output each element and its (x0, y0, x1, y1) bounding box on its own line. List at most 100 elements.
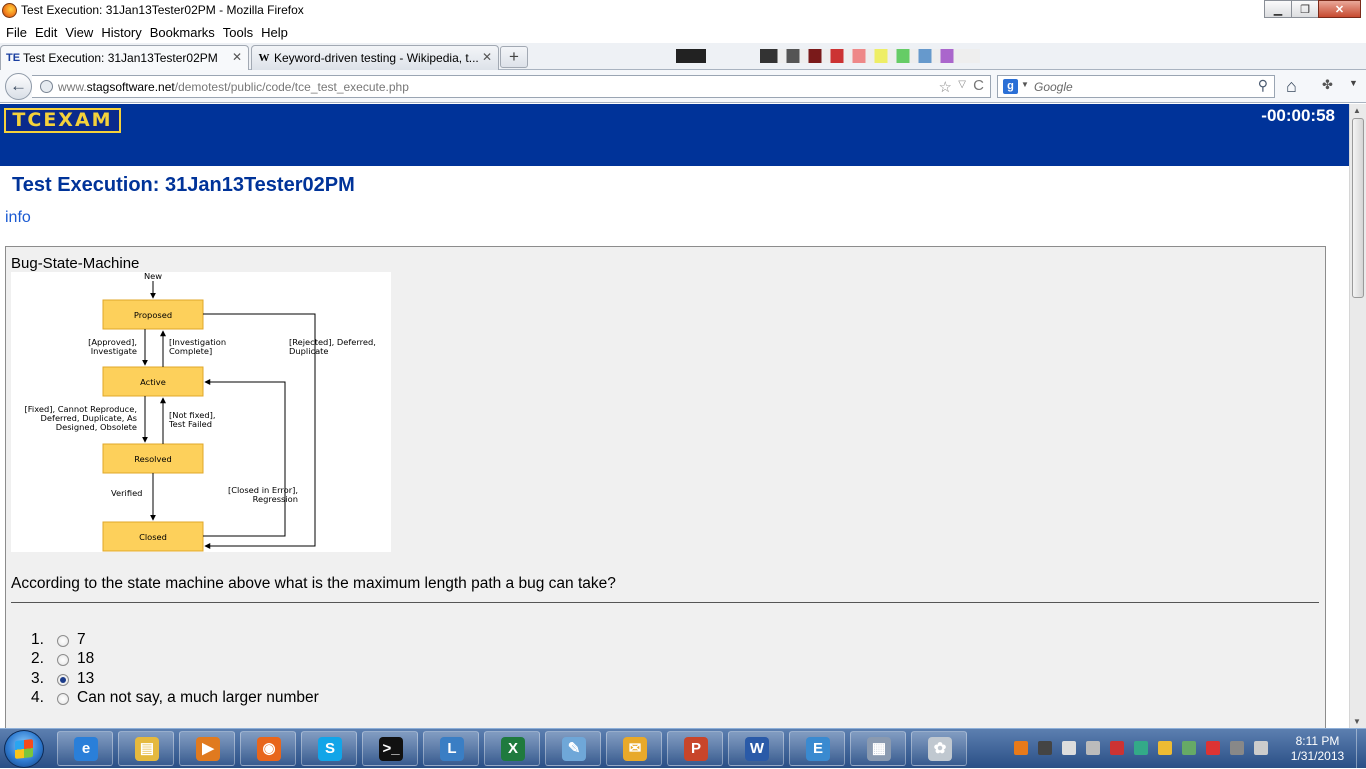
google-icon[interactable]: g (1003, 79, 1018, 94)
url-path: /demotest/public/code/tce_test_execute.p… (174, 80, 409, 94)
state-closed-label: Closed (139, 532, 167, 542)
close-window-button[interactable]: ✕ (1318, 0, 1361, 18)
tray-app-icon[interactable] (1062, 741, 1076, 755)
taskbar-app-firefox[interactable]: ◉ (240, 731, 296, 766)
menu-file[interactable]: File (6, 25, 27, 40)
history-dropdown-icon[interactable]: ▽ (958, 79, 966, 90)
vertical-scrollbar[interactable]: ▲ ▼ (1349, 104, 1366, 728)
answer-label: 18 (77, 650, 95, 667)
word-icon: W (745, 737, 769, 761)
search-input[interactable]: g ▼ Google ⚲ (997, 75, 1275, 98)
start-button[interactable] (4, 730, 44, 768)
question-box: Bug-State-Machine New Proposed Active Re… (5, 246, 1326, 728)
menu-edit[interactable]: Edit (35, 25, 57, 40)
tab-test-execution[interactable]: TE Test Execution: 31Jan13Tester02PM ✕ (0, 45, 249, 71)
label-notfixed: Test Failed (168, 419, 212, 429)
back-button[interactable]: ← (5, 73, 32, 100)
background-strip (760, 49, 980, 63)
taskbar-app-internet-explorer[interactable]: e (57, 731, 113, 766)
tray-app-icon[interactable] (1182, 741, 1196, 755)
chevron-down-icon[interactable]: ▼ (1349, 78, 1358, 88)
info-link[interactable]: info (5, 209, 31, 227)
menu-bar: File Edit View History Bookmarks Tools H… (0, 22, 1366, 43)
powerpoint-icon: P (684, 737, 708, 761)
taskbar-app-file-explorer[interactable]: ▤ (118, 731, 174, 766)
answer-number: 2. (31, 650, 44, 667)
scroll-down-icon[interactable]: ▼ (1353, 717, 1361, 726)
new-tab-button[interactable]: + (500, 46, 528, 68)
skype-icon: S (318, 737, 342, 761)
taskbar-app-word[interactable]: W (728, 731, 784, 766)
question-heading: Bug-State-Machine (11, 255, 140, 272)
maximize-button[interactable]: ❐ (1291, 0, 1319, 18)
search-engine-dropdown-icon[interactable]: ▼ (1021, 80, 1029, 89)
taskbar-clock[interactable]: 8:11 PM 1/31/2013 (1280, 734, 1355, 764)
answer-option-1[interactable]: 1. 7 (6, 631, 606, 651)
menu-bookmarks[interactable]: Bookmarks (150, 25, 215, 40)
label-rejected: Duplicate (289, 346, 329, 356)
minimize-button[interactable]: ▁ (1264, 0, 1292, 18)
answer-radio[interactable] (57, 635, 69, 647)
taskbar-app-skype[interactable]: S (301, 731, 357, 766)
system-tray (1014, 741, 1278, 755)
scrollbar-thumb[interactable] (1352, 118, 1364, 298)
url-bar[interactable]: www.stagsoftware.net/demotest/public/cod… (32, 75, 991, 98)
label-fixed: Designed, Obsolete (56, 422, 137, 432)
taskbar-app-powerpoint[interactable]: P (667, 731, 723, 766)
answer-radio[interactable] (57, 693, 69, 705)
answer-option-3[interactable]: 3. 13 (6, 670, 606, 690)
taskbar-app-calculator[interactable]: ▦ (850, 731, 906, 766)
state-resolved-label: Resolved (134, 454, 171, 464)
answer-radio[interactable] (57, 654, 69, 666)
tab-wikipedia[interactable]: W Keyword-driven testing - Wikipedia, t.… (251, 45, 499, 70)
answer-label: 7 (77, 631, 86, 648)
reload-icon[interactable]: C (973, 77, 984, 94)
tray-security-icon[interactable] (1110, 741, 1124, 755)
editor-icon: E (806, 737, 830, 761)
tab-close-icon[interactable]: ✕ (482, 50, 492, 64)
page-viewport: TCEXAM -00:00:58 Test Execution: 31Jan13… (0, 104, 1349, 728)
clock-time: 8:11 PM (1295, 734, 1340, 748)
answer-option-4[interactable]: 4. Can not say, a much larger number (6, 689, 606, 709)
taskbar-app-notepad[interactable]: ✎ (545, 731, 601, 766)
menu-tools[interactable]: Tools (223, 25, 253, 40)
tray-app-icon[interactable] (1038, 741, 1052, 755)
answer-radio[interactable] (57, 674, 69, 686)
menu-history[interactable]: History (101, 25, 141, 40)
answer-number: 4. (31, 689, 44, 706)
tray-printer-icon[interactable] (1086, 741, 1100, 755)
label-investigation: Complete] (169, 346, 212, 356)
tray-volume-icon[interactable] (1254, 741, 1268, 755)
taskbar-app-paint[interactable]: ✿ (911, 731, 967, 766)
tab-close-icon[interactable]: ✕ (232, 50, 242, 64)
search-icon[interactable]: ⚲ (1258, 77, 1268, 94)
show-desktop-button[interactable] (1356, 729, 1366, 769)
scroll-up-icon[interactable]: ▲ (1353, 106, 1361, 115)
answer-option-2[interactable]: 2. 18 (6, 650, 606, 670)
taskbar-app-media-player[interactable]: ▶ (179, 731, 235, 766)
answer-number: 1. (31, 631, 44, 648)
taskbar-app-command-prompt[interactable]: >_ (362, 731, 418, 766)
tray-app-icon[interactable] (1158, 741, 1172, 755)
tray-network-icon[interactable] (1230, 741, 1244, 755)
home-icon[interactable]: ⌂ (1286, 76, 1306, 97)
site-identity-icon[interactable] (40, 80, 53, 93)
taskbar-app-lync[interactable]: L (423, 731, 479, 766)
tray-app-icon[interactable] (1134, 741, 1148, 755)
tray-flash-icon[interactable] (1014, 741, 1028, 755)
menu-view[interactable]: View (65, 25, 93, 40)
header-band: TCEXAM -00:00:58 (0, 104, 1349, 166)
addon-icon[interactable]: ✤ (1322, 77, 1333, 93)
menu-help[interactable]: Help (261, 25, 288, 40)
taskbar-app-editor[interactable]: E (789, 731, 845, 766)
taskbar-app-outlook[interactable]: ✉ (606, 731, 662, 766)
tab-label: Keyword-driven testing - Wikipedia, t... (274, 51, 479, 65)
tray-flag-icon[interactable] (1206, 741, 1220, 755)
bookmark-star-icon[interactable]: ☆ (939, 78, 952, 96)
label-approved: Investigate (91, 346, 137, 356)
taskbar-app-excel[interactable]: X (484, 731, 540, 766)
command-prompt-icon: >_ (379, 737, 403, 761)
outlook-icon: ✉ (623, 737, 647, 761)
tcexam-logo: TCEXAM (4, 108, 121, 133)
clock-date: 1/31/2013 (1290, 749, 1345, 763)
